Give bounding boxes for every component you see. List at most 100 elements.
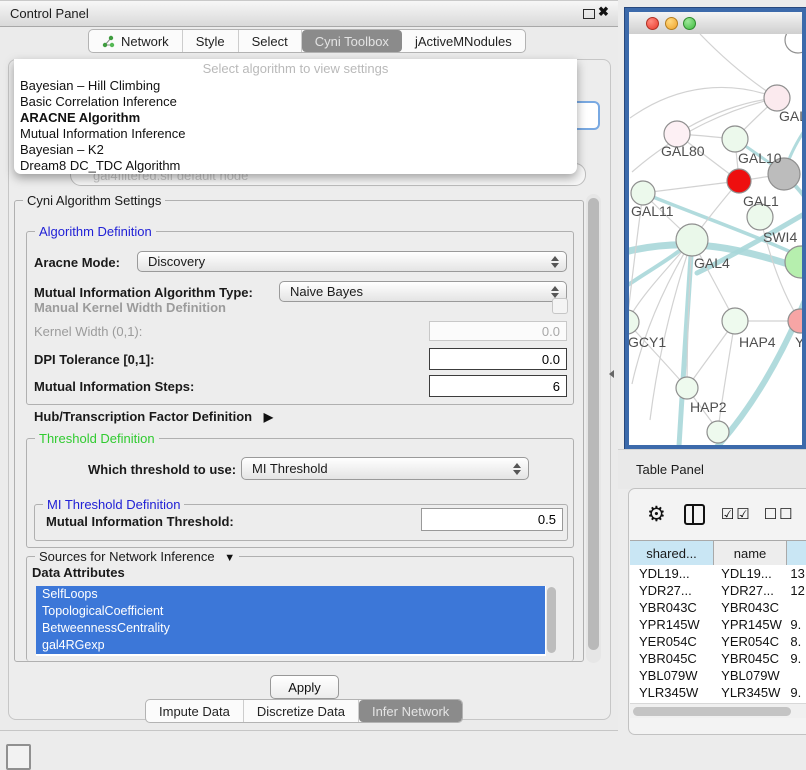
algorithm-option-basic-correlation-inference[interactable]: Basic Correlation Inference (14, 94, 577, 110)
table-row[interactable]: YBL079WYBL079W (630, 667, 806, 684)
table-scrollbar-thumb[interactable] (633, 707, 791, 716)
table-row[interactable]: YDR27...YDR27...12 (630, 582, 806, 599)
aracne-mode-select[interactable]: Discovery (137, 251, 567, 272)
tab-label: Impute Data (159, 704, 230, 719)
mi-algorithm-type-value: Naive Bayes (290, 284, 363, 299)
columns-icon[interactable] (684, 504, 705, 525)
network-node-gal1[interactable] (727, 169, 751, 193)
close-traffic-light[interactable] (646, 17, 659, 30)
panel-title: Control Panel (10, 6, 89, 21)
algorithm-option-mutual-information-inference[interactable]: Mutual Information Inference (14, 126, 577, 142)
tab-infer-network[interactable]: Infer Network (359, 700, 462, 722)
data-attribute-item[interactable]: BetweennessCentrality (36, 620, 545, 637)
manual-kernel-width-checkbox[interactable] (552, 298, 568, 314)
algorithm-option-bayesian-k2[interactable]: Bayesian – K2 (14, 142, 577, 158)
algorithm-option-bayesian-hill-climbing[interactable]: Bayesian – Hill Climbing (14, 78, 577, 94)
cell[interactable] (785, 599, 806, 616)
table-horizontal-scrollbar[interactable] (630, 703, 806, 718)
table-row[interactable]: YBR043CYBR043C (630, 599, 806, 616)
hub-definition-toggle[interactable]: Hub/Transcription Factor Definition ▶ (34, 409, 273, 424)
settings-scrollbar[interactable] (586, 194, 601, 663)
deselect-all-checkboxes-icon[interactable]: ☐☐ (764, 505, 795, 523)
network-node-hap2[interactable] (676, 377, 698, 399)
mi-steps-input[interactable] (429, 375, 567, 397)
cell[interactable]: YBL079W (630, 667, 713, 684)
network-graph: GALGAL80GAL10GAL1GAL11SWI4GAL4GCY1HAP4YH… (629, 34, 802, 445)
sources-toggle[interactable]: Sources for Network Inference ▼ (35, 549, 239, 564)
minimize-traffic-light[interactable] (665, 17, 678, 30)
cell[interactable]: 12 (785, 582, 806, 599)
column-header-shared[interactable]: shared... (630, 541, 714, 565)
mi-algorithm-type-select[interactable]: Naive Bayes (279, 281, 567, 302)
network-node-label: GCY1 (629, 334, 666, 350)
network-canvas[interactable]: GALGAL80GAL10GAL1GAL11SWI4GAL4GCY1HAP4YH… (629, 34, 802, 445)
data-attribute-item[interactable]: SelfLoops (36, 586, 545, 603)
kernel-width-input[interactable] (429, 321, 567, 341)
data-attribute-item[interactable]: TopologicalCoefficient (36, 603, 545, 620)
mi-threshold-input[interactable] (421, 508, 563, 531)
network-node-gal10[interactable] (722, 126, 748, 152)
data-attribute-item[interactable]: gal4RGexp (36, 637, 545, 654)
cell[interactable]: YER054C (630, 633, 713, 650)
list-scrollbar[interactable] (546, 586, 557, 656)
table-row[interactable]: YBR045CYBR045C9. (630, 650, 806, 667)
cell[interactable]: YDL19... (713, 565, 785, 582)
cell[interactable]: YDR27... (713, 582, 785, 599)
tab-impute-data[interactable]: Impute Data (146, 700, 244, 722)
zoom-traffic-light[interactable] (683, 17, 696, 30)
cell[interactable]: YER054C (713, 633, 785, 650)
list-scrollbar-thumb[interactable] (547, 587, 556, 653)
cell[interactable]: YBR045C (713, 650, 785, 667)
cell[interactable]: YPR145W (630, 616, 713, 633)
tab-cyni-toolbox[interactable]: Cyni Toolbox (302, 30, 402, 52)
tab-select[interactable]: Select (239, 30, 302, 52)
cell[interactable]: 13 (785, 565, 806, 582)
apply-button[interactable]: Apply (270, 675, 339, 699)
cell[interactable]: 9. (785, 684, 806, 701)
network-node[interactable] (707, 421, 729, 443)
data-attributes-list[interactable]: SelfLoopsTopologicalCoefficientBetweenne… (36, 586, 557, 656)
column-header-name[interactable]: name (714, 541, 787, 565)
cell[interactable]: YBR043C (713, 599, 785, 616)
which-threshold-select[interactable]: MI Threshold (241, 457, 529, 480)
cell[interactable]: YLR345W (713, 684, 785, 701)
cell[interactable]: YDL19... (630, 565, 713, 582)
minimized-panel-icon[interactable] (6, 744, 31, 770)
table-row[interactable]: YLR345WYLR345W9. (630, 684, 806, 701)
cell[interactable]: 9. (785, 650, 806, 667)
network-node-gal11[interactable] (631, 181, 655, 205)
cell[interactable]: YBR045C (630, 650, 713, 667)
control-panel-titlebar: Control Panel ✖ (0, 1, 618, 27)
select-all-checkboxes-icon[interactable]: ☑☑ (721, 505, 752, 523)
network-node-hap4[interactable] (722, 308, 748, 334)
tab-jactivemnodules[interactable]: jActiveMNodules (402, 30, 525, 52)
float-window-button[interactable] (583, 9, 595, 19)
algorithm-option-dream8-dc-tdc-algorithm[interactable]: Dream8 DC_TDC Algorithm (14, 158, 577, 174)
cell[interactable]: YLR345W (630, 684, 713, 701)
cell[interactable]: YBL079W (713, 667, 785, 684)
settings-scrollbar-thumb[interactable] (588, 198, 599, 650)
panel-resize-handle[interactable] (609, 370, 614, 378)
cell[interactable] (785, 667, 806, 684)
close-icon[interactable]: ✖ (598, 4, 609, 20)
dpi-tolerance-input[interactable] (429, 348, 567, 370)
network-node-gal4[interactable] (676, 224, 708, 256)
table-row[interactable]: YPR145WYPR145W9. (630, 616, 806, 633)
table-row[interactable]: YER054CYER054C8. (630, 633, 806, 650)
cell[interactable]: YPR145W (713, 616, 785, 633)
algorithm-option-aracne-algorithm[interactable]: ARACNE Algorithm (14, 110, 577, 126)
table-row[interactable]: YDL19...YDL19...13 (630, 565, 806, 582)
tab-discretize-data[interactable]: Discretize Data (244, 700, 359, 722)
network-node[interactable] (785, 34, 802, 53)
tab-network[interactable]: Network (89, 30, 183, 52)
column-header-extra[interactable] (787, 541, 806, 565)
tab-style[interactable]: Style (183, 30, 239, 52)
cell[interactable]: 9. (785, 616, 806, 633)
network-view-window[interactable]: GALGAL80GAL10GAL1GAL11SWI4GAL4GCY1HAP4YH… (625, 8, 806, 449)
cell[interactable]: YBR043C (630, 599, 713, 616)
gear-icon[interactable]: ⚙ (647, 502, 666, 527)
network-node-gcy1[interactable] (629, 310, 639, 334)
cell[interactable]: 8. (785, 633, 806, 650)
group-title: Algorithm Definition (35, 224, 156, 239)
cell[interactable]: YDR27... (630, 582, 713, 599)
